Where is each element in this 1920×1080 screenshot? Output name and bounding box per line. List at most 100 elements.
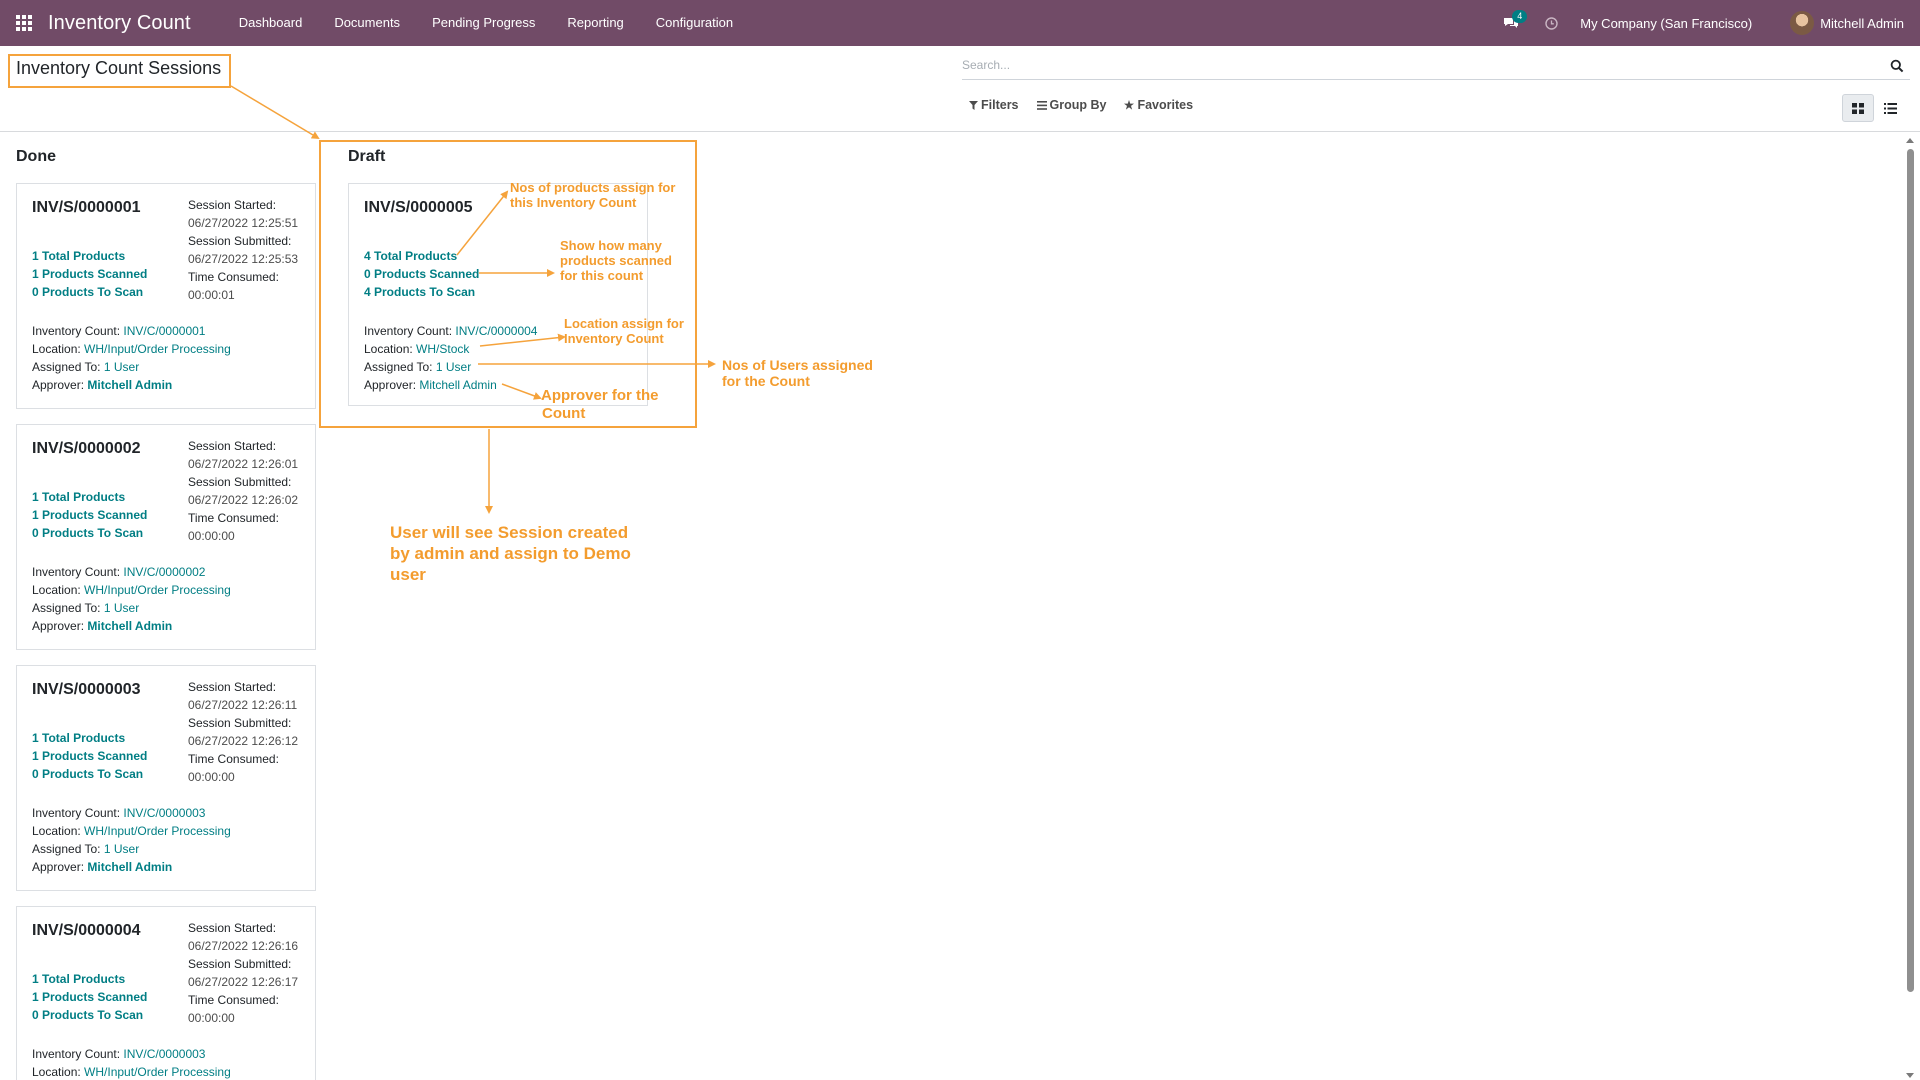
annotation-line: Show how many [560,238,662,253]
session-ref: INV/S/0000001 [32,199,141,216]
annotation-line: by admin and assign to Demo [390,544,631,563]
card-times: Session Started: 06/27/2022 12:25:51 Ses… [188,196,308,304]
navbar-systray: 4 My Company (San Francisco) Mitchell Ad… [1496,0,1920,46]
app-title[interactable]: Inventory Count [48,12,191,35]
total-products-link[interactable]: 1 Total Products [32,247,147,265]
total-products-link[interactable]: 1 Total Products [32,488,147,506]
approver-link[interactable]: Mitchell Admin [87,860,172,874]
annotation-line: for the Count [722,373,810,389]
products-scanned-link[interactable]: 1 Products Scanned [32,265,147,283]
favorites-button[interactable]: Favorites [1124,98,1193,112]
annotation-location-note: Location assign for Inventory Count [564,316,684,346]
search-options: Filters Group By Favorites [969,98,1211,112]
card-info: Inventory Count: INV/C/0000001 Location:… [32,322,231,394]
products-to-scan-link[interactable]: 0 Products To Scan [32,765,147,783]
annotation-products-note: Nos of products assign for this Inventor… [510,180,675,210]
session-submitted-label: Session Submitted: [188,957,292,971]
view-switcher [1842,94,1906,122]
search-icon[interactable] [1890,59,1904,73]
products-to-scan-link[interactable]: 0 Products To Scan [32,1006,147,1024]
messaging-menu[interactable]: 4 [1496,0,1528,46]
annotation-approver-note: Approver for the Count [541,387,659,423]
session-card[interactable]: INV/S/0000001 1 Total Products 1 Product… [16,183,316,409]
group-by-button[interactable]: Group By [1036,98,1106,112]
annotation-line: products scanned [560,253,672,268]
approver-link[interactable]: Mitchell Admin [87,619,172,633]
annotation-line: for this count [560,268,644,283]
user-menu[interactable]: Mitchell Admin [1790,11,1904,35]
inventory-count-link[interactable]: INV/C/0000003 [123,806,205,820]
time-consumed-label: Time Consumed: [188,511,279,525]
time-consumed-label: Time Consumed: [188,270,279,284]
session-started-label: Session Started: [188,439,277,453]
card-info: Inventory Count: INV/C/0000003 Location:… [32,804,231,876]
inventory-count-link[interactable]: INV/C/0000002 [123,565,205,579]
products-scanned-link[interactable]: 1 Products Scanned [32,747,147,765]
menu-documents[interactable]: Documents [318,0,416,46]
annotation-line: Nos of Users assigned [722,357,873,373]
bars-icon [1036,100,1047,110]
card-stats: 1 Total Products 1 Products Scanned 0 Pr… [32,970,147,1024]
location-link[interactable]: WH/Input/Order Processing [84,824,231,838]
top-navbar: Inventory Count Dashboard Documents Pend… [0,0,1920,46]
products-to-scan-link[interactable]: 0 Products To Scan [32,524,147,542]
session-submitted-label: Session Submitted: [188,716,292,730]
card-stats: 1 Total Products 1 Products Scanned 0 Pr… [32,729,147,783]
menu-pending-progress[interactable]: Pending Progress [416,0,551,46]
inventory-count-link[interactable]: INV/C/0000001 [123,324,205,338]
menu-reporting[interactable]: Reporting [551,0,639,46]
title-highlight-box [8,54,231,88]
products-scanned-link[interactable]: 1 Products Scanned [32,988,147,1006]
location-label: Location: [32,1065,81,1079]
session-submitted-value: 06/27/2022 12:26:17 [188,975,299,989]
inventory-count-label: Inventory Count: [32,324,121,338]
scroll-up-arrow-icon[interactable] [1906,138,1914,143]
annotation-line: Inventory Count [564,331,664,346]
approver-link[interactable]: Mitchell Admin [87,378,172,392]
location-link[interactable]: WH/Input/Order Processing [84,342,231,356]
clock-icon [1545,16,1558,30]
session-started-value: 06/27/2022 12:25:51 [188,216,299,230]
assigned-users-link[interactable]: 1 User [104,842,139,856]
session-card[interactable]: INV/S/0000003 1 Total Products 1 Product… [16,665,316,891]
products-scanned-link[interactable]: 1 Products Scanned [32,506,147,524]
apps-grid-icon[interactable] [0,0,48,46]
location-link[interactable]: WH/Input/Order Processing [84,1065,231,1079]
session-card[interactable]: INV/S/0000002 1 Total Products 1 Product… [16,424,316,650]
card-stats: 1 Total Products 1 Products Scanned 0 Pr… [32,247,147,301]
card-info: Inventory Count: INV/C/0000002 Location:… [32,563,231,635]
session-started-label: Session Started: [188,921,277,935]
inventory-count-link[interactable]: INV/C/0000003 [123,1047,205,1061]
approver-label: Approver: [32,619,85,633]
menu-dashboard[interactable]: Dashboard [223,0,319,46]
total-products-link[interactable]: 1 Total Products [32,970,147,988]
filters-label: Filters [981,98,1019,112]
card-stats: 1 Total Products 1 Products Scanned 0 Pr… [32,488,147,542]
filters-button[interactable]: Filters [969,98,1019,112]
annotation-line: user [390,565,426,584]
total-products-link[interactable]: 1 Total Products [32,729,147,747]
main-menu: Dashboard Documents Pending Progress Rep… [223,0,749,46]
assigned-users-link[interactable]: 1 User [104,601,139,615]
menu-configuration[interactable]: Configuration [640,0,749,46]
annotation-session-note: User will see Session created by admin a… [390,522,631,585]
company-switcher[interactable]: My Company (San Francisco) [1580,16,1752,31]
approver-label: Approver: [32,860,85,874]
scroll-down-arrow-icon[interactable] [1906,1073,1914,1078]
user-name: Mitchell Admin [1820,15,1904,31]
scroll-thumb[interactable] [1907,149,1914,992]
session-started-value: 06/27/2022 12:26:11 [188,698,298,712]
assigned-users-link[interactable]: 1 User [104,360,139,374]
session-card[interactable]: INV/S/0000004 1 Total Products 1 Product… [16,906,316,1080]
session-submitted-value: 06/27/2022 12:26:02 [188,493,299,507]
vertical-scrollbar[interactable] [1903,134,1917,1080]
products-to-scan-link[interactable]: 0 Products To Scan [32,283,147,301]
kanban-view-button[interactable] [1842,94,1874,122]
activity-menu[interactable] [1536,0,1566,46]
search-input[interactable] [962,58,1862,72]
location-link[interactable]: WH/Input/Order Processing [84,583,231,597]
list-view-button[interactable] [1874,94,1906,122]
card-times: Session Started: 06/27/2022 12:26:01 Ses… [188,437,308,545]
column-header-done[interactable]: Done [16,148,56,166]
annotation-line: Approver for the [541,387,659,404]
